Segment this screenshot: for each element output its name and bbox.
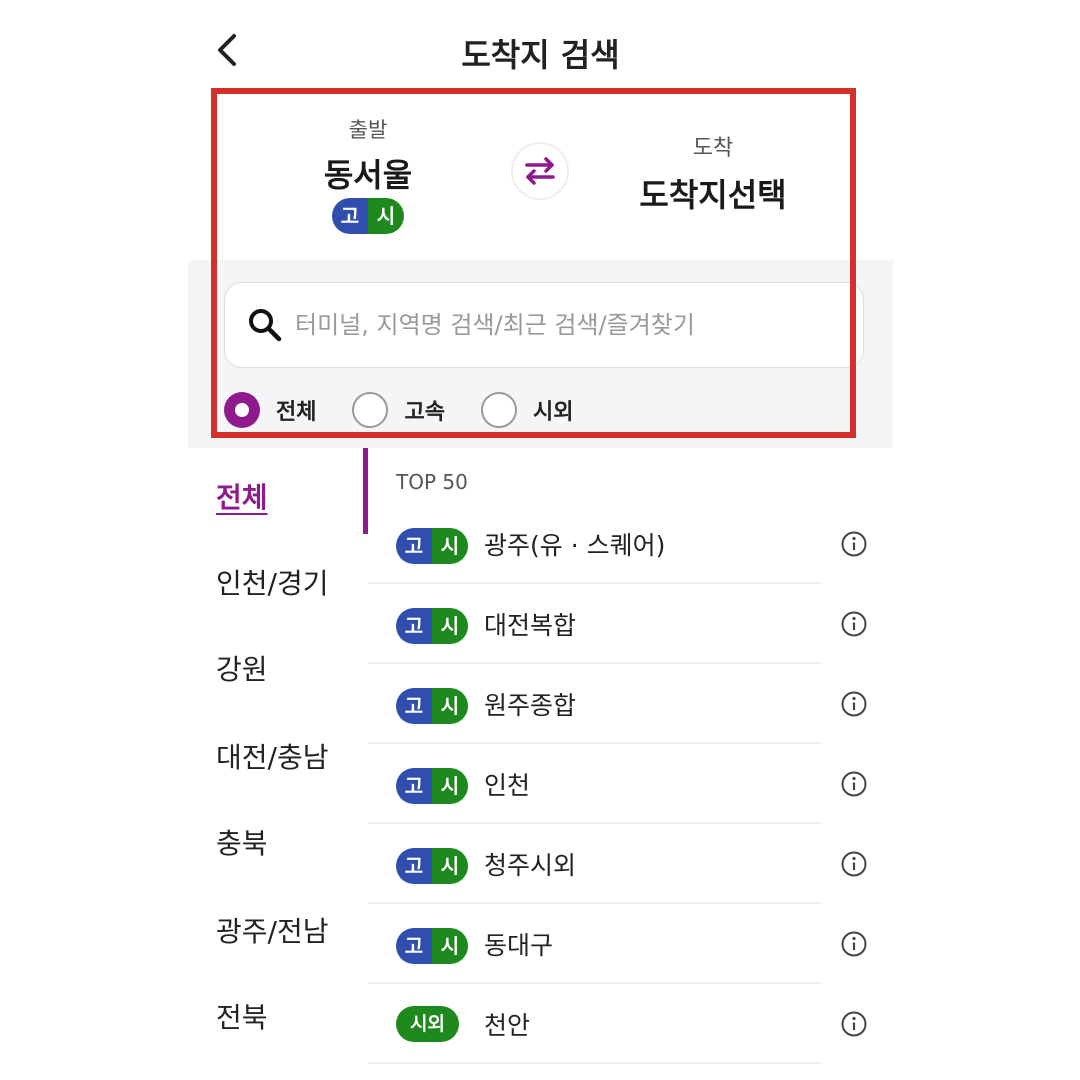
filter-label: 전체 — [276, 400, 317, 425]
terminal-name: 대전복합 — [484, 611, 577, 640]
route-selector: 출발 동서울 고시 도착 도착지선택 — [188, 100, 893, 260]
filter-express[interactable]: 고속 — [352, 392, 445, 428]
list-item[interactable]: 고시 광주(유 · 스퀘어) — [368, 504, 893, 584]
radio-unselected-icon[interactable] — [352, 392, 389, 428]
list-item[interactable]: 시외 천안 — [368, 984, 893, 1064]
info-icon[interactable] — [840, 930, 868, 958]
express-badge: 고 — [396, 768, 432, 804]
express-intercity-badge: 고시 — [396, 768, 468, 804]
sidebar-item-chungbuk[interactable]: 충북 — [216, 822, 268, 862]
sidebar-item-jeonbuk[interactable]: 전북 — [216, 996, 268, 1036]
list-item[interactable]: 고시 인천 — [368, 744, 893, 824]
swap-arrows-icon — [525, 157, 555, 185]
express-intercity-badge: 고시 — [396, 688, 468, 724]
terminal-name: 광주(유 · 스퀘어) — [484, 531, 666, 560]
divider — [368, 1062, 821, 1064]
intercity-badge: 시 — [432, 608, 468, 644]
terminal-name: 원주종합 — [484, 691, 577, 720]
info-icon[interactable] — [840, 610, 868, 638]
sidebar-item-daejeon-chungnam[interactable]: 대전/충남 — [216, 736, 328, 776]
express-badge: 고 — [396, 688, 432, 724]
filter-label: 고속 — [404, 400, 445, 425]
info-icon[interactable] — [840, 530, 868, 558]
terminal-name: 천안 — [484, 1011, 531, 1040]
list-item[interactable]: 고시 동대구 — [368, 904, 893, 984]
type-filter: 전체 고속 시외 — [224, 390, 609, 430]
page-title: 도착지 검색 — [461, 36, 620, 74]
info-icon[interactable] — [840, 690, 868, 718]
filter-all[interactable]: 전체 — [224, 392, 316, 428]
departure-terminal: 동서울 — [323, 156, 413, 194]
express-badge: 고 — [396, 848, 432, 884]
intercity-badge: 시 — [368, 198, 404, 234]
intercity-badge: 시 — [432, 928, 468, 964]
info-icon[interactable] — [840, 850, 868, 878]
intercity-badge: 시 — [432, 848, 468, 884]
terminal-name: 인천 — [484, 771, 531, 800]
express-badge: 고 — [396, 608, 432, 644]
search-box[interactable] — [224, 282, 864, 368]
search-input[interactable] — [295, 307, 835, 343]
list-header: TOP 50 — [396, 470, 468, 494]
departure-label: 출발 — [348, 118, 388, 142]
app-header: 도착지 검색 — [188, 0, 893, 100]
filter-intercity[interactable]: 시외 — [480, 392, 574, 428]
express-intercity-badge: 고시 — [396, 848, 468, 884]
express-badge: 고 — [396, 528, 432, 564]
express-intercity-badge: 고시 — [396, 928, 468, 964]
express-intercity-badge: 고시 — [332, 198, 404, 234]
terminal-name: 동대구 — [484, 931, 554, 960]
terminal-name: 청주시외 — [484, 851, 577, 880]
list-item[interactable]: 고시 청주시외 — [368, 824, 893, 904]
list-item[interactable]: 고시 원주종합 — [368, 664, 893, 744]
arrival-block[interactable]: 도착 도착지선택 — [623, 130, 803, 216]
express-intercity-badge: 고시 — [396, 608, 468, 644]
radio-unselected-icon[interactable] — [480, 392, 517, 428]
intercity-badge: 시 — [432, 528, 468, 564]
search-icon — [249, 309, 282, 342]
search-section: 전체 고속 시외 — [188, 260, 893, 448]
departure-block[interactable]: 출발 동서울 고시 — [288, 114, 448, 234]
info-icon[interactable] — [840, 770, 868, 798]
intercity-badge: 시 — [432, 768, 468, 804]
sidebar-item-gwangju-jeonnam[interactable]: 광주/전남 — [216, 910, 328, 950]
radio-selected-icon[interactable] — [224, 392, 260, 428]
terminal-list: TOP 50 고시 광주(유 · 스퀘어) 고시 대전복합 고시 원주종합 고시… — [368, 448, 893, 1080]
sidebar-item-gangwon[interactable]: 강원 — [216, 648, 268, 688]
region-sidebar: 전체 인천/경기 강원 대전/충남 충북 광주/전남 전북 — [188, 448, 368, 1080]
arrival-label: 도착 — [692, 136, 734, 161]
intercity-only-badge: 시외 — [396, 1006, 459, 1042]
info-icon[interactable] — [840, 1010, 868, 1038]
express-badge: 고 — [332, 198, 368, 234]
express-intercity-badge: 고시 — [396, 528, 468, 564]
filter-label: 시외 — [532, 400, 574, 425]
express-badge: 고 — [396, 928, 432, 964]
swap-button[interactable] — [511, 142, 569, 200]
sidebar-item-incheon-gyeonggi[interactable]: 인천/경기 — [216, 562, 328, 602]
arrival-terminal: 도착지선택 — [639, 176, 787, 214]
list-item[interactable]: 고시 대전복합 — [368, 584, 893, 664]
sidebar-item-all[interactable]: 전체 — [216, 476, 268, 516]
intercity-badge: 시 — [432, 688, 468, 724]
